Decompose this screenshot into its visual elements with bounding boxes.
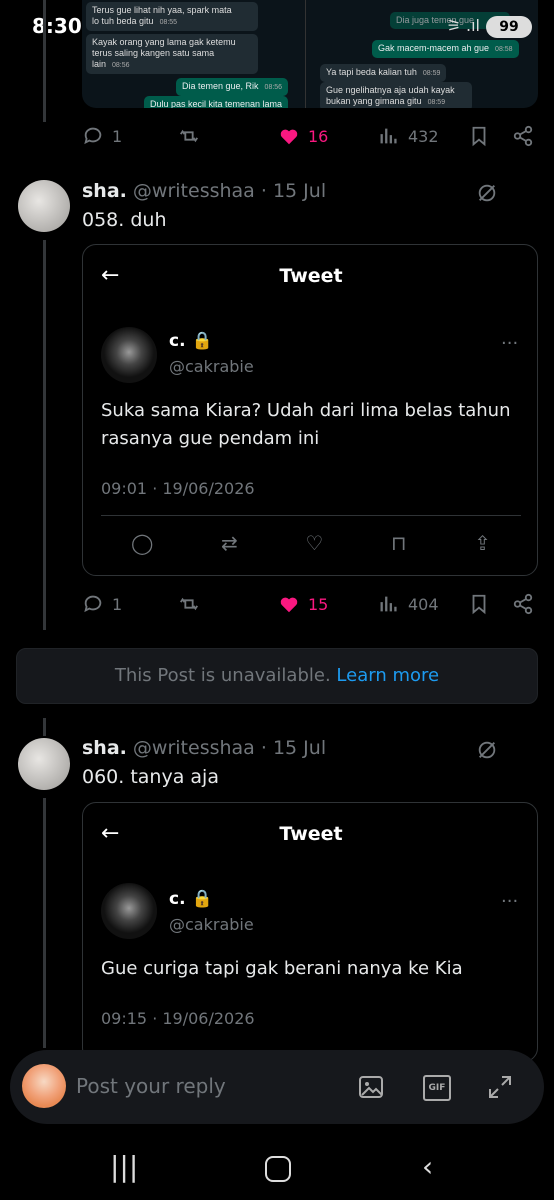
share-button[interactable] xyxy=(512,125,534,147)
quote-header: Tweet xyxy=(279,823,343,845)
grok-icon[interactable] xyxy=(476,739,498,761)
post-date: · 15 Jul xyxy=(260,737,327,759)
bookmark-icon: ⊓ xyxy=(390,531,407,555)
gif-icon[interactable]: GIF xyxy=(423,1075,451,1101)
retweet-icon xyxy=(179,129,199,143)
post-actions: 1 15 404 xyxy=(82,589,538,619)
share-icon: ⇪ xyxy=(474,531,491,555)
quote-author-handle: @cakrabie xyxy=(169,915,254,934)
post-text: 058. duh xyxy=(82,209,167,231)
my-avatar xyxy=(22,1064,66,1108)
thread-line xyxy=(43,718,46,736)
bookmark-icon xyxy=(472,594,486,615)
unavailable-post-notice: This Post is unavailable. Learn more xyxy=(16,648,538,704)
views-icon xyxy=(380,596,397,612)
author-handle: @writesshaa xyxy=(132,180,255,202)
reply-count: 1 xyxy=(112,594,123,614)
chat-bubble: Dulu pas kecil kita temenan lama xyxy=(144,96,289,108)
post-text: 060. tanya aja xyxy=(82,766,219,788)
like-icon xyxy=(280,129,298,145)
thread-line xyxy=(43,798,46,1048)
bookmark-button[interactable] xyxy=(468,125,490,147)
post-author[interactable]: sha. @writesshaa · 15 Jul xyxy=(82,180,326,202)
reply-button[interactable]: 1 xyxy=(82,593,122,615)
quote-text: Gue curiga tapi gak berani nanya ke Kia xyxy=(101,958,463,979)
lock-icon: 🔒 xyxy=(191,331,213,351)
quote-avatar xyxy=(101,327,157,383)
status-time: 8:30 xyxy=(32,14,82,38)
view-count: 432 xyxy=(408,126,439,146)
bookmark-button[interactable] xyxy=(468,593,490,615)
lock-icon: 🔒 xyxy=(191,889,213,909)
retweet-button[interactable] xyxy=(178,593,200,615)
recent-apps-icon[interactable]: ||| xyxy=(110,1150,138,1183)
retweet-icon: ⇄ xyxy=(221,531,238,555)
quote-timestamp: 09:15 · 19/06/2026 xyxy=(101,1009,255,1028)
view-count: 404 xyxy=(408,594,439,614)
retweet-button[interactable] xyxy=(178,125,200,147)
author-handle: @writesshaa xyxy=(132,737,255,759)
chat-bubble: Terus gue lihat nih yaa, spark mata lo t… xyxy=(86,2,258,31)
share-icon xyxy=(513,125,533,147)
retweet-icon xyxy=(179,597,199,611)
views-button[interactable]: 432 xyxy=(378,125,439,147)
author-name: sha. xyxy=(82,180,127,202)
divider xyxy=(101,515,521,516)
avatar[interactable] xyxy=(18,180,70,232)
wifi-icon: ⚞ .ıl xyxy=(446,16,480,35)
quote-text: Suka sama Kiara? Udah dari lima belas ta… xyxy=(101,400,511,449)
quoted-tweet-card[interactable]: ← Tweet c. 🔒 @cakrabie ··· Gue curiga ta… xyxy=(82,802,538,1062)
image-icon[interactable] xyxy=(358,1075,384,1099)
post-author[interactable]: sha. @writesshaa · 15 Jul xyxy=(82,737,326,759)
more-icon: ··· xyxy=(501,333,519,354)
quote-author-handle: @cakrabie xyxy=(169,357,254,376)
like-icon: ♡ xyxy=(305,531,324,555)
like-count: 15 xyxy=(308,594,329,614)
more-icon: ··· xyxy=(501,891,519,912)
quote-author-name: c. 🔒 xyxy=(169,889,213,909)
share-button[interactable] xyxy=(512,593,534,615)
reply-icon xyxy=(84,127,102,145)
like-count: 16 xyxy=(308,126,329,146)
quoted-tweet-card[interactable]: ← Tweet c. 🔒 @cakrabie ··· Suka sama Kia… xyxy=(82,244,538,576)
battery-indicator: 99 xyxy=(486,16,532,38)
reply-icon: ◯ xyxy=(131,531,154,555)
views-button[interactable]: 404 xyxy=(378,593,439,615)
share-icon xyxy=(513,593,533,615)
back-icon[interactable]: ‹ xyxy=(422,1150,433,1183)
expand-icon[interactable] xyxy=(487,1074,513,1100)
post-actions: 1 16 432 xyxy=(82,121,538,151)
like-icon xyxy=(280,597,298,613)
learn-more-link[interactable]: Learn more xyxy=(336,665,439,686)
quote-inner-actions: ◯ ⇄ ♡ ⊓ ⇪ xyxy=(131,531,491,555)
quote-avatar xyxy=(101,883,157,939)
reply-icon xyxy=(84,595,102,613)
quote-header: Tweet xyxy=(279,265,343,287)
reply-count: 1 xyxy=(112,126,123,146)
home-icon[interactable] xyxy=(265,1156,291,1182)
reply-button[interactable]: 1 xyxy=(82,125,122,147)
chat-bubble: Ya tapi beda kalian tuh 08:59 xyxy=(320,64,447,82)
post-date: · 15 Jul xyxy=(260,180,327,202)
chat-divider xyxy=(305,0,306,108)
chat-bubble: Gak macem-macem ah gue 08:58 xyxy=(372,40,519,58)
like-button[interactable]: 16 xyxy=(278,125,328,147)
quote-author-name: c. 🔒 xyxy=(169,331,213,351)
thread-line xyxy=(43,0,46,122)
views-icon xyxy=(380,128,397,144)
thread-line xyxy=(43,240,46,630)
avatar[interactable] xyxy=(18,738,70,790)
author-name: sha. xyxy=(82,737,127,759)
chat-bubble: Kayak orang yang lama gak ketemu terus s… xyxy=(86,34,258,74)
chat-bubble: Gue ngelihatnya aja udah kayak bukan yan… xyxy=(320,82,472,108)
quote-timestamp: 09:01 · 19/06/2026 xyxy=(101,479,255,498)
like-button[interactable]: 15 xyxy=(278,593,328,615)
chat-bubble: Dia temen gue, Rik 08:56 xyxy=(176,78,289,96)
bookmark-icon xyxy=(472,126,486,147)
grok-icon[interactable] xyxy=(476,182,498,204)
reply-input[interactable]: Post your reply xyxy=(76,1074,226,1098)
